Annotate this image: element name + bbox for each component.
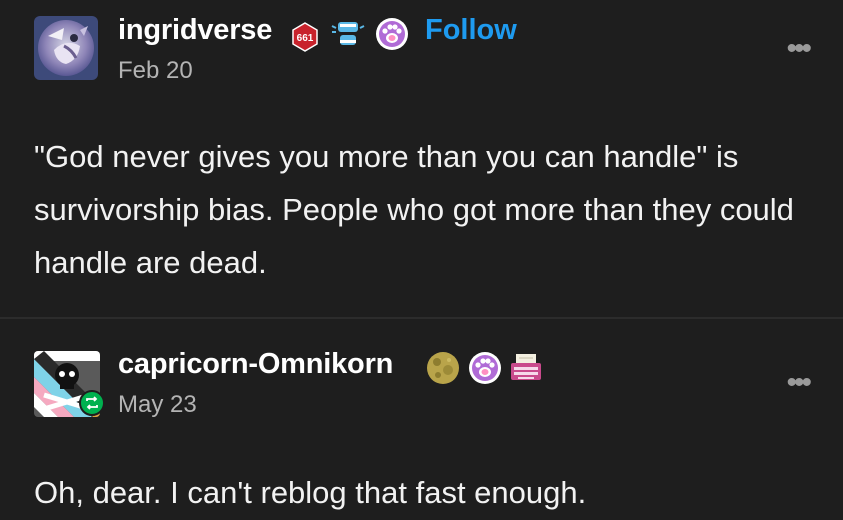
username-capricorn-omnikorn[interactable]: capricorn-Omnikorn <box>118 348 393 381</box>
paw-badge-icon[interactable] <box>374 16 410 52</box>
typewriter-icon[interactable] <box>508 350 544 386</box>
paw-badge-svg <box>376 18 408 50</box>
more-options-icon[interactable]: ••• <box>786 34 811 64</box>
more-options-icon[interactable]: ••• <box>786 368 811 398</box>
avatar-image <box>34 16 98 80</box>
post-date[interactable]: May 23 <box>118 391 197 419</box>
reblog-arrows-svg <box>86 396 98 410</box>
paw-badge-svg <box>469 352 501 384</box>
blue-chatter-icon[interactable] <box>330 18 366 50</box>
reblog-icon <box>79 390 105 416</box>
moon-svg <box>427 352 459 384</box>
post-date[interactable]: Feb 20 <box>118 57 193 85</box>
avatar-ingridverse[interactable] <box>34 16 98 80</box>
hexagon-badge-text: 661 <box>297 33 314 44</box>
moon-icon[interactable] <box>424 349 462 387</box>
red-hexagon-svg: 661 <box>292 22 318 52</box>
typewriter-svg <box>511 354 541 380</box>
post-original: ingridverse 661 Follow Feb 20 ••• "God n… <box>0 0 843 319</box>
username-ingridverse[interactable]: ingridverse <box>118 14 272 47</box>
red-hexagon-badge-icon[interactable]: 661 <box>288 20 322 54</box>
follow-button[interactable]: Follow <box>425 14 517 47</box>
blue-chatter-svg <box>331 22 365 45</box>
paw-badge-icon[interactable] <box>467 350 503 386</box>
post-body-text: "God never gives you more than you can h… <box>34 139 794 280</box>
